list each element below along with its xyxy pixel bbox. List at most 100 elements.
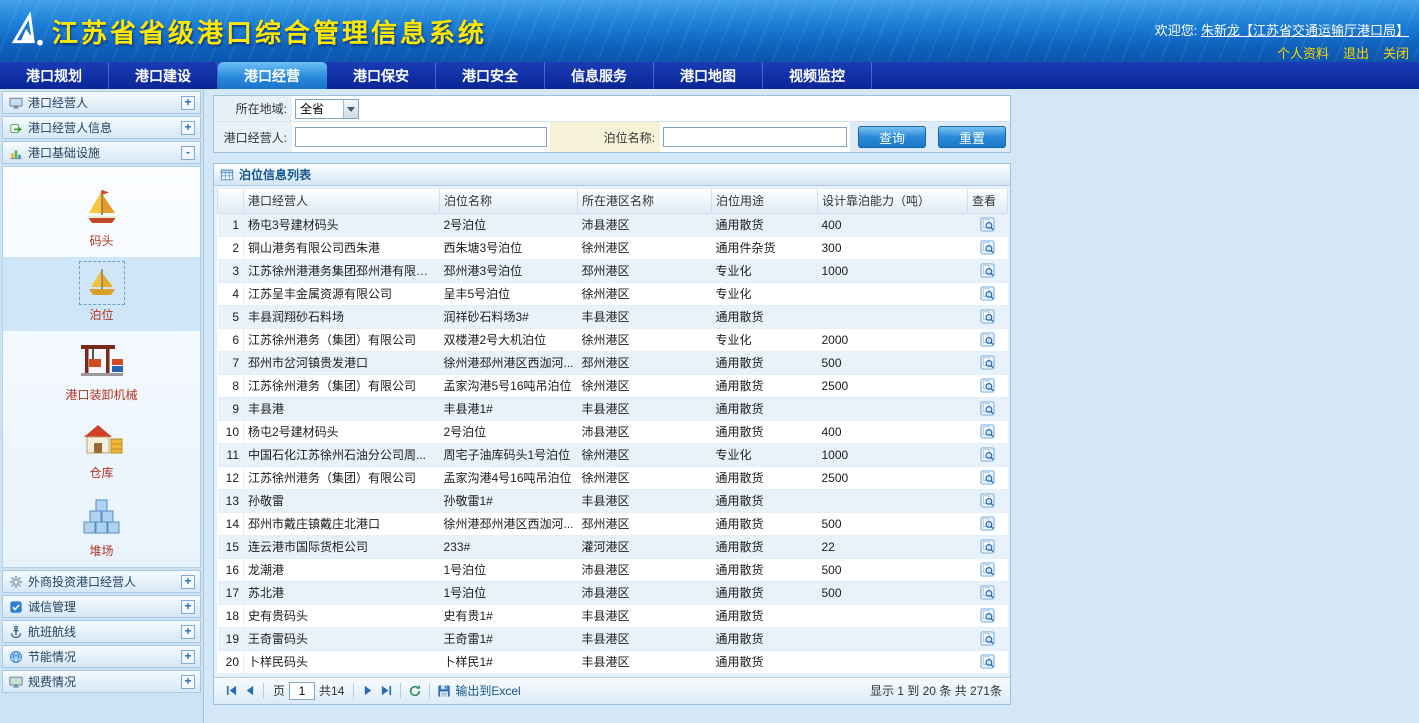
column-header-berth[interactable]: 泊位名称 [440,189,578,213]
header-link-close[interactable]: 关闭 [1383,43,1409,62]
sidebar-item-port-operator-info[interactable]: 港口经营人信息+ [2,116,201,139]
berth-name-input[interactable] [663,127,847,147]
cell-capacity [818,489,968,512]
view-detail-button[interactable] [980,263,995,278]
table-row[interactable]: 11中国石化江苏徐州石油分公司周...周宅子油库码头1号泊位徐州港区专业化100… [218,443,1008,466]
cell-capacity: 300 [818,236,968,259]
view-detail-button[interactable] [980,401,995,416]
sidebar-item-fees[interactable]: 规费情况+ [2,670,201,693]
nav-tab-port-operation[interactable]: 港口经营 [218,62,327,89]
table-row[interactable]: 17苏北港1号泊位沛县港区通用散货500 [218,581,1008,604]
pager-separator [263,683,264,699]
expand-toggle[interactable]: + [181,625,195,639]
view-detail-button[interactable] [980,332,995,347]
facility-item-berth[interactable]: 泊位 [3,257,200,331]
sidebar: 港口经营人+港口经营人信息+港口基础设施- 码头泊位港口装卸机械仓库堆场 外商投… [0,89,204,723]
view-detail-button[interactable] [980,562,995,577]
sidebar-item-port-operators[interactable]: 港口经营人+ [2,91,201,114]
column-header-view[interactable]: 查看 [968,189,1008,213]
welcome-user[interactable]: 朱新龙【江苏省交通运输厅港口局】 [1201,23,1409,38]
nav-tab-port-construction[interactable]: 港口建设 [109,62,218,89]
sidebar-item-foreign-operators[interactable]: 外商投资港口经营人+ [2,570,201,593]
last-page-button[interactable] [377,682,395,700]
export-excel-button[interactable]: 输出到Excel [437,682,520,699]
table-row[interactable]: 6江苏徐州港务（集团）有限公司双楼港2号大机泊位徐州港区专业化2000 [218,328,1008,351]
column-header-usage[interactable]: 泊位用途 [712,189,818,213]
table-row[interactable]: 19王奇雷码头王奇雷1#丰县港区通用散货 [218,627,1008,650]
cell-view [968,351,1008,374]
view-detail-button[interactable] [980,493,995,508]
nav-tab-port-planning[interactable]: 港口规划 [0,62,109,89]
expand-toggle[interactable]: + [181,600,195,614]
view-detail-button[interactable] [980,378,995,393]
expand-toggle[interactable]: + [181,121,195,135]
table-row[interactable]: 4江苏呈丰金属资源有限公司呈丰5号泊位徐州港区专业化 [218,282,1008,305]
facility-item-machinery[interactable]: 港口装卸机械 [3,331,200,411]
nav-tab-video-monitor[interactable]: 视频监控 [763,62,872,89]
table-row[interactable]: 7邳州市岔河镇贵发港口徐州港邳州港区西泇河...邳州港区通用散货500 [218,351,1008,374]
table-row[interactable]: 15连云港市国际货柜公司233#灌河港区通用散货22 [218,535,1008,558]
sidebar-item-energy-saving[interactable]: 节能情况+ [2,645,201,668]
reset-button[interactable]: 重置 [938,126,1006,148]
sidebar-item-credit-management[interactable]: 诚信管理+ [2,595,201,618]
table-row[interactable]: 16龙潮港1号泊位沛县港区通用散货500 [218,558,1008,581]
view-detail-button[interactable] [980,286,995,301]
table-row[interactable]: 10杨屯2号建材码头2号泊位沛县港区通用散货400 [218,420,1008,443]
view-detail-button[interactable] [980,539,995,554]
table-row[interactable]: 5丰县润翔砂石料场润祥砂石料场3#丰县港区通用散货 [218,305,1008,328]
grid-title: 泊位信息列表 [239,166,311,183]
sidebar-item-port-infrastructure[interactable]: 港口基础设施- [2,141,201,164]
next-page-button[interactable] [359,682,377,700]
view-detail-button[interactable] [980,516,995,531]
view-detail-button[interactable] [980,240,995,255]
view-detail-button[interactable] [980,355,995,370]
prev-page-button[interactable] [240,682,258,700]
table-row[interactable]: 8江苏徐州港务（集团）有限公司孟家沟港5号16吨吊泊位徐州港区通用散货2500 [218,374,1008,397]
view-detail-button[interactable] [980,309,995,324]
region-select[interactable]: 全省 [295,99,359,119]
table-row[interactable]: 14邳州市戴庄镇戴庄北港口徐州港邳州港区西泇河...邳州港区通用散货500 [218,512,1008,535]
column-header-area[interactable]: 所在港区名称 [578,189,712,213]
view-detail-button[interactable] [980,654,995,669]
nav-tab-port-safety[interactable]: 港口安全 [436,62,545,89]
column-header-operator[interactable]: 港口经营人 [244,189,440,213]
refresh-button[interactable] [406,682,424,700]
nav-tab-info-service[interactable]: 信息服务 [545,62,654,89]
table-row[interactable]: 2铜山港务有限公司西朱港西朱塘3号泊位徐州港区通用件杂货300 [218,236,1008,259]
sidebar-item-shipping-routes[interactable]: 航班航线+ [2,620,201,643]
table-row[interactable]: 20卜样民码头卜样民1#丰县港区通用散货 [218,650,1008,673]
view-detail-button[interactable] [980,447,995,462]
table-row[interactable]: 12江苏徐州港务（集团）有限公司孟家沟港4号16吨吊泊位徐州港区通用散货2500 [218,466,1008,489]
facility-item-warehouse[interactable]: 仓库 [3,411,200,489]
query-button[interactable]: 查询 [858,126,926,148]
view-detail-button[interactable] [980,217,995,232]
first-page-button[interactable] [222,682,240,700]
table-row[interactable]: 13孙敬雷孙敬雷1#丰县港区通用散货 [218,489,1008,512]
header-link-logout[interactable]: 退出 [1343,43,1369,62]
view-detail-button[interactable] [980,608,995,623]
table-row[interactable]: 9丰县港丰县港1#丰县港区通用散货 [218,397,1008,420]
nav-tab-port-map[interactable]: 港口地图 [654,62,763,89]
facility-item-wharf[interactable]: 码头 [3,179,200,257]
cell-rownum: 19 [218,627,244,650]
view-detail-button[interactable] [980,470,995,485]
table-row[interactable]: 3江苏徐州港港务集团邳州港有限公司邳州港3号泊位邳州港区专业化1000 [218,259,1008,282]
operator-input[interactable] [295,127,547,147]
view-detail-button[interactable] [980,631,995,646]
expand-toggle[interactable]: + [181,675,195,689]
expand-toggle[interactable]: + [181,96,195,110]
column-header-capacity[interactable]: 设计靠泊能力（吨） [818,189,968,213]
table-row[interactable]: 18史有贵码头史有贵1#丰县港区通用散货 [218,604,1008,627]
cell-rownum: 12 [218,466,244,489]
cell-capacity [818,305,968,328]
view-detail-button[interactable] [980,424,995,439]
nav-tab-port-security[interactable]: 港口保安 [327,62,436,89]
expand-toggle[interactable]: + [181,575,195,589]
expand-toggle[interactable]: + [181,650,195,664]
page-input[interactable] [289,682,315,700]
expand-toggle[interactable]: - [181,146,195,160]
facility-item-stackyard[interactable]: 堆场 [3,489,200,567]
header-link-profile[interactable]: 个人资料 [1277,43,1329,62]
view-detail-button[interactable] [980,585,995,600]
table-row[interactable]: 1杨屯3号建材码头2号泊位沛县港区通用散货400 [218,213,1008,236]
